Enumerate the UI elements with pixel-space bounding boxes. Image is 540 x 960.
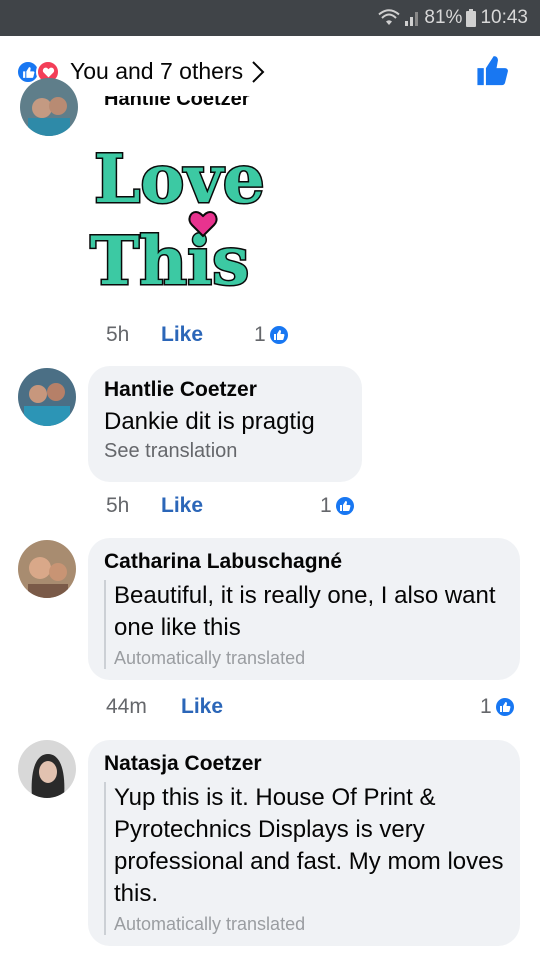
auto-translated-note[interactable]: Automatically translated	[114, 648, 504, 669]
see-translation-link[interactable]: See translation	[104, 440, 346, 463]
clock: 10:43	[480, 7, 528, 28]
avatar[interactable]	[18, 540, 76, 598]
comment-like-link[interactable]: Like	[161, 494, 203, 518]
comment-like-link[interactable]: Like	[161, 323, 203, 347]
translated-quote: Beautiful, it is really one, I also want…	[104, 580, 504, 669]
comment-text: Dankie dit is pragtig	[104, 408, 315, 435]
comment-bubble: Hantlie Coetzer Dankie dit is pragtig Se…	[88, 366, 362, 482]
battery-percent: 81%	[424, 7, 463, 28]
comment-reaction-count[interactable]: 1	[320, 494, 356, 518]
comment-reaction-count[interactable]: 1	[254, 323, 290, 347]
chevron-right-icon	[252, 60, 265, 83]
comment-like-link[interactable]: Like	[181, 695, 223, 719]
reaction-count: 1	[320, 494, 332, 517]
comment-text: Yup this is it. House Of Print & Pyrotec…	[114, 784, 504, 907]
comment-bubble: Natasja Coetzer Yup this is it. House Of…	[88, 740, 520, 946]
auto-translated-note[interactable]: Automatically translated	[114, 914, 504, 935]
like-reaction-icon	[493, 696, 516, 718]
status-bar: 81% 10:43	[0, 0, 540, 36]
comment-author[interactable]: Hantlie Coetzer	[104, 96, 250, 108]
reactions-link[interactable]: You and 7 others	[70, 58, 265, 85]
avatar[interactable]	[20, 78, 78, 136]
comment-reaction-count[interactable]: 1	[480, 695, 516, 719]
like-reaction-icon	[333, 495, 356, 517]
thumbs-up-icon	[477, 56, 508, 86]
signal-icon	[405, 12, 419, 26]
comment-author[interactable]: Catharina Labuschagné	[104, 550, 504, 574]
reaction-count: 1	[480, 695, 492, 718]
comment-time: 44m	[106, 695, 147, 718]
comment-bubble: Catharina Labuschagné Beautiful, it is r…	[88, 538, 520, 680]
comment-time: 5h	[106, 323, 130, 346]
comment-author[interactable]: Natasja Coetzer	[104, 752, 504, 776]
comment-author[interactable]: Hantlie Coetzer	[104, 378, 346, 402]
translated-quote: Yup this is it. House Of Print & Pyrotec…	[104, 782, 504, 935]
avatar[interactable]	[18, 740, 76, 798]
sticker-text-this: This	[90, 222, 249, 292]
sticker-text-love: Love	[94, 140, 265, 218]
comment-text: Beautiful, it is really one, I also want…	[114, 582, 496, 641]
wifi-icon	[378, 9, 401, 25]
reaction-count: 1	[254, 323, 266, 346]
comment-time: 5h	[106, 494, 130, 517]
like-button[interactable]	[476, 54, 510, 93]
comment-actions: 44m Like 1	[106, 694, 524, 720]
reactions-text: You and 7 others	[70, 58, 244, 84]
like-reaction-icon	[267, 324, 290, 346]
love-this-sticker: Love This	[89, 139, 267, 293]
comment-actions: 5h Like 1	[106, 322, 306, 348]
avatar[interactable]	[18, 368, 76, 426]
battery-icon	[466, 9, 477, 27]
comment-actions: 5h Like 1	[106, 493, 376, 519]
